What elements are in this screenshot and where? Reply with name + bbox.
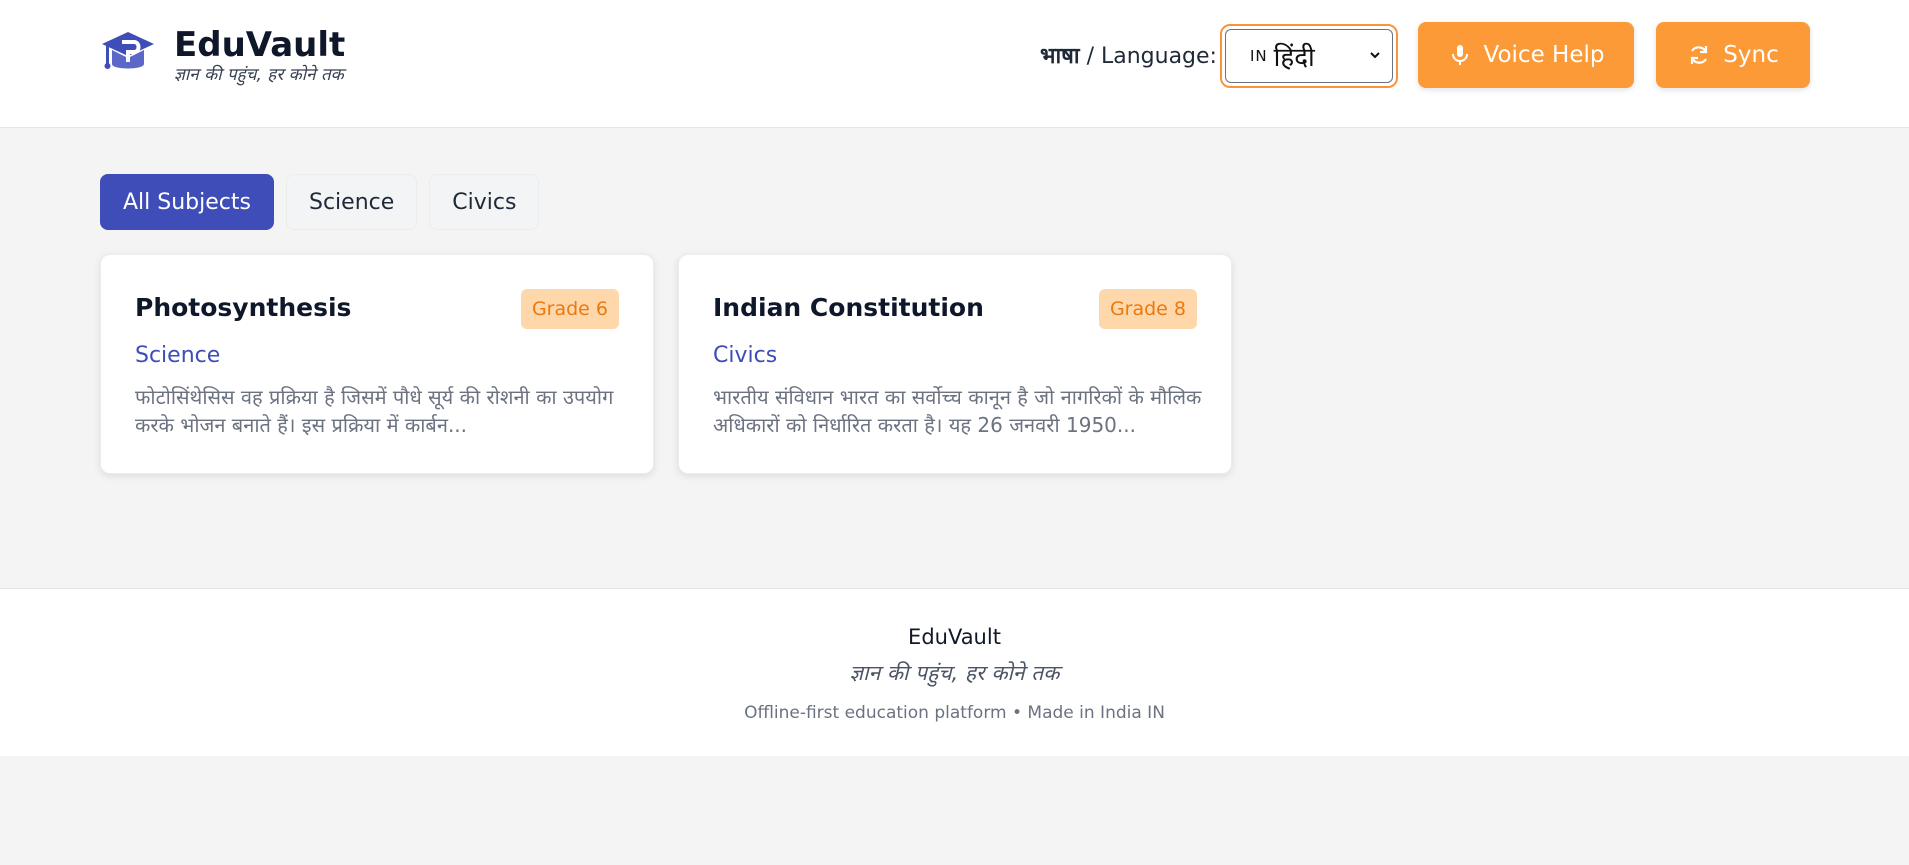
card-description: भारतीय संविधान भारत का सर्वोच्च कानून है… [713,385,1202,437]
india-flag-icon: IN [1250,47,1268,65]
language-select-value: हिंदी [1273,43,1315,73]
grade-badge: Grade 6 [520,289,619,329]
voice-help-button[interactable]: Voice Help [1418,22,1634,88]
brand-tagline: ज्ञान की पहुंच, हर कोने तक [174,65,344,85]
subject-tabs: All Subjects Science Civics [100,174,540,230]
graduation-cap-icon [102,32,154,69]
sync-icon [1691,46,1708,64]
sync-label: Sync [1723,42,1779,68]
tab-all-subjects[interactable]: All Subjects [100,174,274,230]
voice-help-label: Voice Help [1483,42,1605,68]
chevron-down-icon [1370,52,1380,59]
lesson-card-indian-constitution[interactable]: Indian Constitution Grade 8 Civics भारती… [678,254,1232,474]
sync-button[interactable]: Sync [1656,22,1810,88]
card-title: Indian Constitution [713,293,984,322]
footer: EduVault ज्ञान की पहुंच, हर कोने तक Offl… [0,588,1909,756]
footer-brand: EduVault [908,625,1001,649]
tab-science[interactable]: Science [285,174,418,230]
card-subject: Science [135,343,221,368]
footer-note: Offline-first education platform • Made … [744,703,1165,723]
card-subject: Civics [713,343,778,368]
card-title: Photosynthesis [135,293,352,322]
card-description: फोटोसिंथेसिस वह प्रक्रिया है जिसमें पौधे… [135,385,614,437]
language-label: भाषा / Language: [1040,44,1217,69]
brand-name: EduVault [174,25,346,65]
header: EduVault ज्ञान की पहुंच, हर कोने तक भाषा… [0,0,1909,128]
footer-tagline: ज्ञान की पहुंच, हर कोने तक [849,661,1060,685]
grade-badge: Grade 8 [1098,289,1197,329]
lesson-card-photosynthesis[interactable]: Photosynthesis Grade 6 Science फोटोसिंथे… [100,254,654,474]
language-select[interactable]: IN हिंदी [1220,24,1398,88]
tab-civics[interactable]: Civics [429,174,540,230]
microphone-icon [1451,45,1468,65]
